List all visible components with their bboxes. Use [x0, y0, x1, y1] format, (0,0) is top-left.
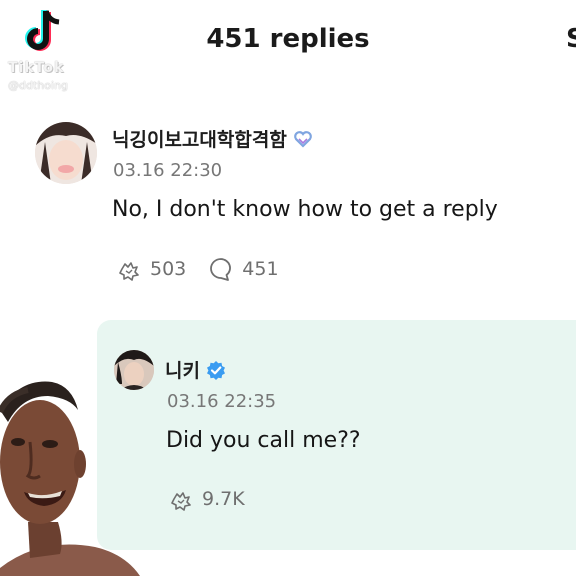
tiktok-watermark-name: TikTok	[8, 60, 65, 76]
comment-like-count: 503	[150, 258, 187, 280]
reply-author[interactable]: 니키	[165, 356, 226, 383]
header-partial-text: S	[566, 24, 576, 54]
heart-badge-icon	[293, 130, 312, 148]
reply-like-count: 9.7K	[202, 488, 245, 510]
avatar[interactable]	[35, 122, 97, 184]
reply-actions: 9.7K	[168, 486, 245, 512]
page-title: 451 replies	[206, 24, 370, 54]
comment-timestamp: 03.16 22:30	[113, 160, 223, 181]
like-paw-icon	[119, 262, 139, 281]
comment-author[interactable]: 닉깅이보고대학합격함	[112, 125, 313, 152]
comment-reply-count: 451	[242, 258, 279, 280]
comment-author-name: 닉깅이보고대학합격함	[112, 129, 287, 151]
reply-text: Did you call me??	[166, 428, 361, 453]
reply-timestamp: 03.16 22:35	[167, 391, 277, 412]
comment-text: No, I don't know how to get a reply	[112, 197, 498, 222]
reply-like-button[interactable]: 9.7K	[168, 486, 245, 512]
comment-like-button[interactable]: 503	[116, 256, 186, 282]
comment-reply-button[interactable]: 451	[208, 256, 279, 282]
speech-bubble-icon	[210, 258, 232, 281]
tiktok-watermark-handle: @ddthoing	[8, 79, 68, 92]
like-paw-icon	[171, 492, 191, 511]
verified-check-icon	[206, 360, 225, 380]
avatar-photo	[35, 122, 97, 184]
reply-author-name: 니키	[165, 360, 200, 382]
man-photo-overlay	[0, 381, 140, 576]
comment-actions: 503 451	[116, 256, 279, 282]
